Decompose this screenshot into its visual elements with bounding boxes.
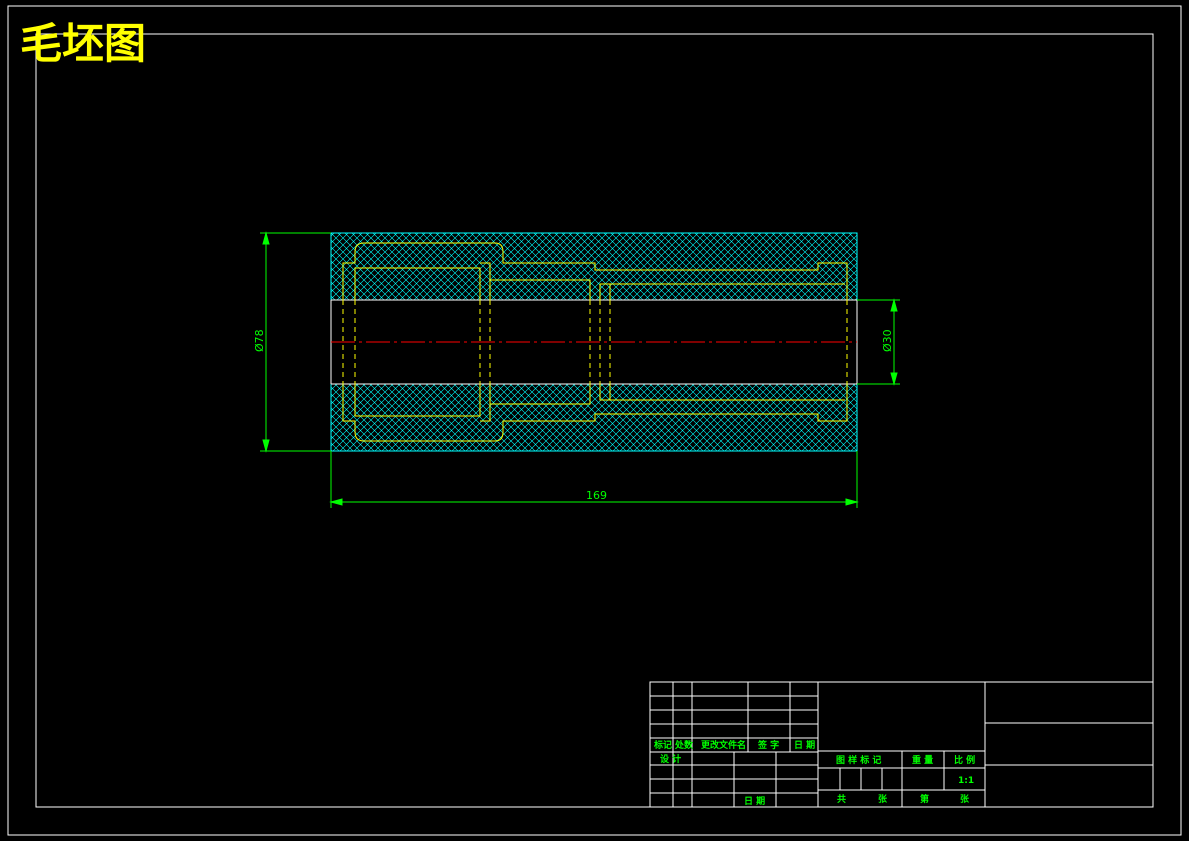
tb-sheet-no: 第 — [920, 793, 929, 805]
tb-signature: 签 字 — [757, 739, 779, 751]
tb-date-2: 日 期 — [744, 795, 765, 807]
outer-diameter-label: Ø78 — [253, 329, 266, 352]
tb-scale-label: 比 例 — [954, 754, 975, 766]
drawing-title: 毛坯图 — [20, 19, 146, 68]
dimension-outer-diameter — [260, 231, 331, 453]
tb-designer: 设 计 — [660, 753, 681, 765]
inner-diameter-label: Ø30 — [881, 329, 894, 352]
tb-sheets-current: 张 — [960, 793, 970, 805]
tb-total: 共 — [837, 793, 846, 805]
tb-count: 处数 — [674, 739, 694, 751]
tb-drawing-mark: 图 样 标 记 — [836, 754, 881, 766]
length-label: 169 — [586, 489, 607, 502]
cad-drawing: 毛坯图 Ø78 Ø30 169 标记 处数 更改文件名 签 字 日 期 设 计 … — [7, 5, 1182, 836]
tb-change-doc: 更改文件名 — [701, 739, 746, 751]
blank-part — [330, 232, 858, 452]
tb-scale-value: 1:1 — [958, 776, 974, 786]
tb-mark: 标记 — [653, 739, 672, 751]
tb-sheets-total: 张 — [878, 793, 888, 805]
tb-weight: 重 量 — [912, 754, 933, 766]
tb-date: 日 期 — [794, 739, 815, 751]
